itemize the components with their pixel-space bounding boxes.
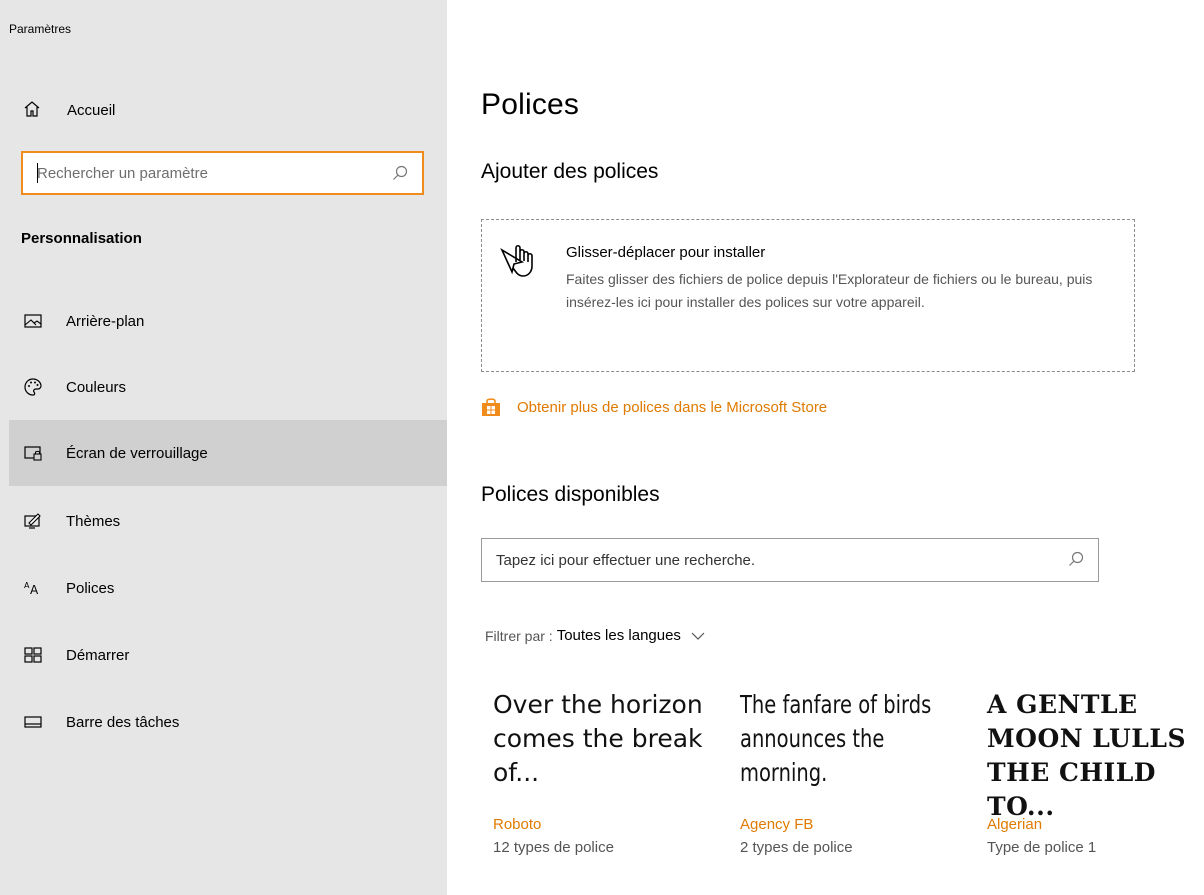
font-card-algerian[interactable]: A gentle moon lulls the child to... Alge… <box>987 688 1202 856</box>
section-title: Personnalisation <box>21 230 142 247</box>
font-sample: Over the horizon comes the break of... <box>493 690 703 787</box>
sidebar-item-fonts[interactable]: A A Polices <box>9 555 447 621</box>
text-caret <box>37 163 38 183</box>
settings-search-box[interactable] <box>21 151 424 195</box>
available-fonts-heading: Polices disponibles <box>481 483 660 506</box>
sidebar-item-label: Arrière-plan <box>66 312 145 330</box>
start-icon <box>24 647 42 663</box>
taskbar-icon <box>24 716 42 728</box>
font-style-count: Type de police 1 <box>987 839 1097 856</box>
font-sample: The fanfare of birds announces the morni… <box>740 690 932 787</box>
sidebar-item-label: Barre des tâches <box>66 713 180 731</box>
drag-hand-icon <box>500 244 533 277</box>
language-filter[interactable]: Filtrer par : Toutes les langues <box>485 627 705 644</box>
sidebar-item-colors[interactable]: Couleurs <box>9 354 447 420</box>
font-card-agency-fb[interactable]: The fanfare of birds announces the morni… <box>740 688 980 856</box>
home-nav-item[interactable]: Accueil <box>0 90 447 130</box>
store-bag-icon <box>482 398 500 416</box>
search-icon[interactable] <box>392 165 408 181</box>
sidebar-item-taskbar[interactable]: Barre des tâches <box>9 689 447 755</box>
store-link-label[interactable]: Obtenir plus de polices dans le Microsof… <box>517 399 827 416</box>
font-drop-zone[interactable]: Glisser-déplacer pour installer Faites g… <box>481 219 1135 372</box>
lock-screen-icon <box>24 446 42 461</box>
page-title: Polices <box>481 88 580 121</box>
fonts-icon: A A <box>24 581 39 597</box>
drop-zone-title: Glisser-déplacer pour installer <box>566 244 766 261</box>
font-style-count: 12 types de police <box>493 839 614 856</box>
sidebar: Paramètres Accueil Personnalisation Arri… <box>0 0 447 895</box>
filter-label: Filtrer par : <box>485 627 553 644</box>
microsoft-store-link[interactable]: Obtenir plus de polices dans le Microsof… <box>481 397 827 417</box>
app-title: Paramètres <box>9 22 72 36</box>
picture-icon <box>24 314 42 328</box>
font-name: Roboto <box>493 816 542 833</box>
sidebar-item-label: Couleurs <box>66 378 127 396</box>
sidebar-item-themes[interactable]: Thèmes <box>9 488 447 554</box>
main-content: Polices Ajouter des polices Glisser-dépl… <box>447 0 1204 895</box>
home-icon <box>24 101 40 117</box>
sidebar-item-label: Thèmes <box>66 512 121 530</box>
home-label: Accueil <box>67 101 116 119</box>
sidebar-item-background[interactable]: Arrière-plan <box>9 288 447 354</box>
themes-icon <box>24 513 41 529</box>
font-style-count: 2 types de police <box>740 839 853 856</box>
font-card-roboto[interactable]: Over the horizon comes the break of... R… <box>493 688 733 856</box>
font-sample: A gentle moon lulls the child to... <box>987 690 1187 821</box>
font-name: Agency FB <box>740 816 814 833</box>
search-icon[interactable] <box>1068 551 1084 567</box>
svg-text:A: A <box>30 583 39 597</box>
font-search-box[interactable] <box>481 538 1099 582</box>
drop-zone-description: Faites glisser des fichiers de police de… <box>566 271 1093 310</box>
filter-value[interactable]: Toutes les langues <box>557 627 681 644</box>
sidebar-item-label: Polices <box>66 579 115 597</box>
settings-search-input[interactable] <box>37 162 377 184</box>
sidebar-item-label: Démarrer <box>66 646 130 664</box>
sidebar-item-lock-screen[interactable]: Écran de verrouillage <box>9 420 447 486</box>
font-name: Algerian <box>987 816 1043 833</box>
palette-icon <box>24 378 42 396</box>
sidebar-item-label: Écran de verrouillage <box>66 444 208 462</box>
chevron-down-icon[interactable] <box>691 631 705 641</box>
font-search-input[interactable] <box>496 549 1056 571</box>
add-fonts-heading: Ajouter des polices <box>481 160 659 183</box>
sidebar-item-start[interactable]: Démarrer <box>9 622 447 688</box>
